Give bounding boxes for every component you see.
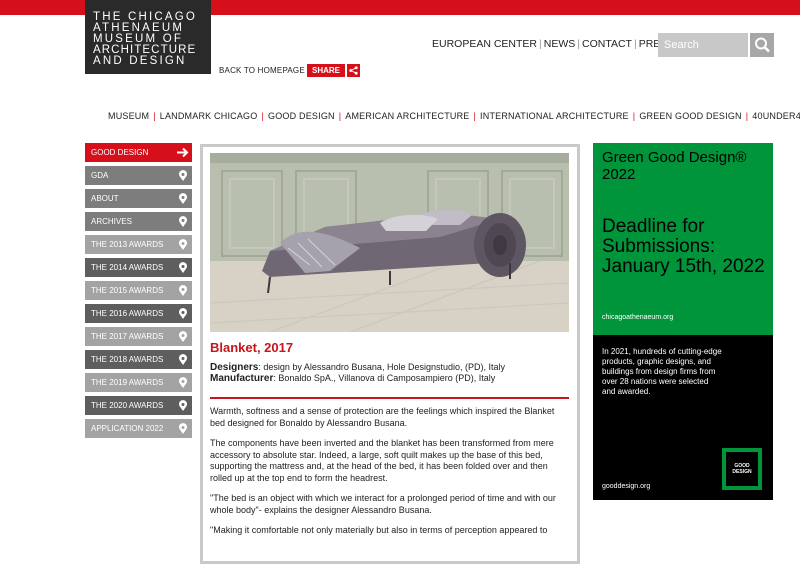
designers-label: Designers xyxy=(210,362,259,373)
ad-deadline: Deadline for Submissions: January 15th, … xyxy=(602,216,765,277)
article-body: Warmth, softness and a sense of protecti… xyxy=(210,406,570,546)
sidebar-item-gda[interactable]: GDA xyxy=(85,166,192,185)
article-credits: Designers: design by Alessandro Busana, … xyxy=(210,362,505,384)
title-divider xyxy=(210,397,569,399)
article-paragraph: "The bed is an object with which we inte… xyxy=(210,493,556,515)
sidebar-item-label: ARCHIVES xyxy=(91,217,132,226)
map-pin-icon xyxy=(173,212,192,231)
sidebar-item-label: THE 2017 AWARDS xyxy=(91,332,164,341)
sidebar-item-2013-awards[interactable]: THE 2013 AWARDS xyxy=(85,235,192,254)
nav-landmark-chicago[interactable]: LANDMARK CHICAGO xyxy=(160,111,258,121)
sidebar-item-2020-awards[interactable]: THE 2020 AWARDS xyxy=(85,396,192,415)
map-pin-icon xyxy=(173,304,192,323)
sidebar-item-label: APPLICATION 2022 xyxy=(91,424,164,433)
nav-good-design[interactable]: GOOD DESIGN xyxy=(268,111,335,121)
sidebar-item-label: ABOUT xyxy=(91,194,119,203)
ad-headline: Green Good Design® 2022 xyxy=(602,149,747,183)
sidebar-item-label: GDA xyxy=(91,171,109,180)
nav-green-good-design[interactable]: GREEN GOOD DESIGN xyxy=(639,111,741,121)
share-icon xyxy=(347,64,361,77)
ad-site: chicagoathenaeum.org xyxy=(602,314,674,321)
nav-american-architecture[interactable]: AMERICAN ARCHITECTURE xyxy=(345,111,469,121)
good-design-badge: GOOD DESIGN xyxy=(722,448,762,490)
sidebar: GOOD DESIGN GDA ABOUT ARCHIVES THE 2013 … xyxy=(85,143,192,442)
map-pin-icon xyxy=(173,350,192,369)
search-input[interactable]: Search xyxy=(658,33,748,57)
sidebar-item-2015-awards[interactable]: THE 2015 AWARDS xyxy=(85,281,192,300)
map-pin-icon xyxy=(173,189,192,208)
top-link-contact[interactable]: CONTACT xyxy=(582,38,632,50)
badge-text: GOOD DESIGN xyxy=(726,452,758,486)
green-good-design-ad[interactable]: Green Good Design® 2022 Deadline for Sub… xyxy=(593,143,773,500)
share-button[interactable]: SHARE xyxy=(307,64,361,77)
map-pin-icon xyxy=(173,235,192,254)
sidebar-item-label: THE 2018 AWARDS xyxy=(91,355,164,364)
ad-site-2: gooddesign.org xyxy=(602,483,651,490)
share-label: SHARE xyxy=(307,64,346,77)
map-pin-icon xyxy=(173,166,192,185)
sidebar-item-good-design[interactable]: GOOD DESIGN xyxy=(85,143,192,162)
designers-value: : design by Alessandro Busana, Hole Desi… xyxy=(258,362,505,372)
map-pin-icon xyxy=(173,419,192,438)
sidebar-item-2019-awards[interactable]: THE 2019 AWARDS xyxy=(85,373,192,392)
sidebar-item-2018-awards[interactable]: THE 2018 AWARDS xyxy=(85,350,192,369)
nav-40under40[interactable]: 40UNDER40 xyxy=(752,111,800,121)
sidebar-item-2014-awards[interactable]: THE 2014 AWARDS xyxy=(85,258,192,277)
ad-blurb: In 2021, hundreds of cutting-edge produc… xyxy=(602,347,722,396)
map-pin-icon xyxy=(173,327,192,346)
sidebar-item-2016-awards[interactable]: THE 2016 AWARDS xyxy=(85,304,192,323)
arrow-right-icon xyxy=(173,143,192,162)
sidebar-item-label: THE 2019 AWARDS xyxy=(91,378,164,387)
search-box: Search xyxy=(658,33,774,57)
article-title: Blanket, 2017 xyxy=(210,340,294,355)
logo-line-5: AND DESIGN xyxy=(93,55,187,67)
map-pin-icon xyxy=(173,396,192,415)
sidebar-item-label: THE 2020 AWARDS xyxy=(91,401,164,410)
product-photo xyxy=(210,153,569,332)
search-button[interactable] xyxy=(750,33,774,57)
sidebar-item-archives[interactable]: ARCHIVES xyxy=(85,212,192,231)
nav-museum[interactable]: MUSEUM xyxy=(108,111,149,121)
top-link-european-center[interactable]: EUROPEAN CENTER xyxy=(432,38,537,50)
map-pin-icon xyxy=(173,281,192,300)
article-paragraph: Warmth, softness and a sense of protecti… xyxy=(210,406,555,428)
sidebar-item-2017-awards[interactable]: THE 2017 AWARDS xyxy=(85,327,192,346)
back-to-homepage-link[interactable]: BACK TO HOMEPAGE > xyxy=(219,66,312,75)
manufacturer-label: Manufacturer xyxy=(210,373,274,384)
map-pin-icon xyxy=(173,258,192,277)
sidebar-item-about[interactable]: ABOUT xyxy=(85,189,192,208)
article-paragraph: "Making it comfortable not only material… xyxy=(210,525,548,535)
sidebar-item-application-2022[interactable]: APPLICATION 2022 xyxy=(85,419,192,438)
sidebar-item-label: THE 2014 AWARDS xyxy=(91,263,164,272)
sidebar-item-label: THE 2013 AWARDS xyxy=(91,240,164,249)
museum-logo[interactable]: THE CHICAGO ATHENAEUM MUSEUM OF ARCHITEC… xyxy=(85,0,211,74)
manufacturer-value: : Bonaldo SpA., Villanova di Camposampie… xyxy=(273,373,496,383)
article-paragraph: The components have been inverted and th… xyxy=(210,438,554,483)
top-link-news[interactable]: NEWS xyxy=(544,38,576,50)
sidebar-item-label: GOOD DESIGN xyxy=(91,148,149,157)
top-links: EUROPEAN CENTER | NEWS | CONTACT | PRESS xyxy=(432,38,675,50)
nav-international-architecture[interactable]: INTERNATIONAL ARCHITECTURE xyxy=(480,111,629,121)
main-nav: MUSEUM | LANDMARK CHICAGO | GOOD DESIGN | AMER… xyxy=(108,111,800,121)
map-pin-icon xyxy=(173,373,192,392)
sidebar-item-label: THE 2016 AWARDS xyxy=(91,309,164,318)
sidebar-item-label: THE 2015 AWARDS xyxy=(91,286,164,295)
search-icon xyxy=(755,37,770,53)
